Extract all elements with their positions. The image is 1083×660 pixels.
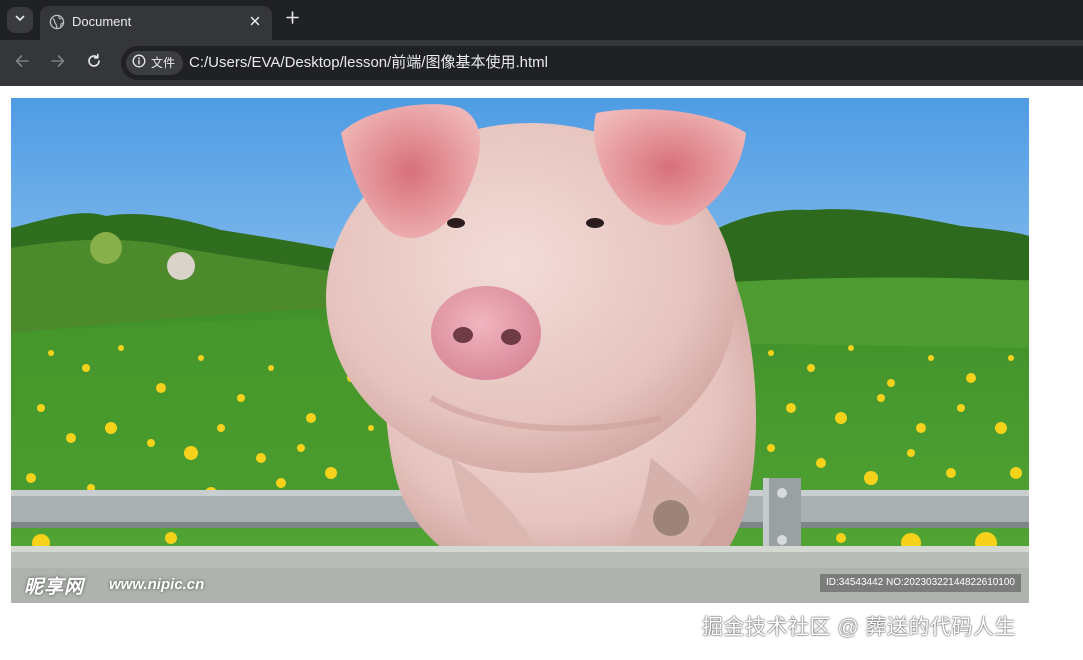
browser-toolbar: 文件 C:/Users/EVA/Desktop/lesson/前端/图像基本使用… [0, 40, 1083, 86]
address-bar[interactable]: 文件 C:/Users/EVA/Desktop/lesson/前端/图像基本使用… [121, 46, 1083, 80]
site-info-chip[interactable]: 文件 [126, 51, 184, 75]
url-text[interactable]: C:/Users/EVA/Desktop/lesson/前端/图像基本使用.ht… [189, 54, 548, 72]
reload-icon [86, 53, 102, 74]
nipic-logo: 昵享网 [24, 577, 85, 598]
tab-title: Document [72, 14, 132, 29]
close-icon [250, 13, 260, 31]
tab-search-button[interactable] [7, 7, 33, 33]
back-button[interactable] [10, 51, 34, 75]
globe-icon [49, 14, 65, 30]
page-viewport: 昵享网 www.nipic.cn ID:34543442 NO:20230322… [0, 86, 1083, 660]
nipic-url: www.nipic.cn [109, 576, 205, 593]
forward-button[interactable] [46, 51, 70, 75]
new-tab-button[interactable] [281, 9, 303, 31]
chevron-down-icon [14, 11, 26, 29]
image-id: ID:34543442 NO:20230322144822610100 [819, 574, 1021, 592]
tab-strip: Document [0, 0, 1083, 40]
reload-button[interactable] [82, 51, 106, 75]
site-info-label: 文件 [151, 56, 176, 70]
info-icon [132, 54, 146, 73]
pig-photo-drawing [11, 98, 1029, 603]
close-tab-button[interactable] [246, 13, 264, 31]
arrow-left-icon [14, 53, 30, 74]
arrow-right-icon [50, 53, 66, 74]
plus-icon [285, 11, 299, 29]
pig-photo: 昵享网 www.nipic.cn ID:34543442 NO:20230322… [11, 98, 1029, 603]
tab-document[interactable]: Document [40, 6, 272, 40]
juejin-watermark: 掘金技术社区 @ 葬送的代码人生 [702, 616, 1016, 639]
